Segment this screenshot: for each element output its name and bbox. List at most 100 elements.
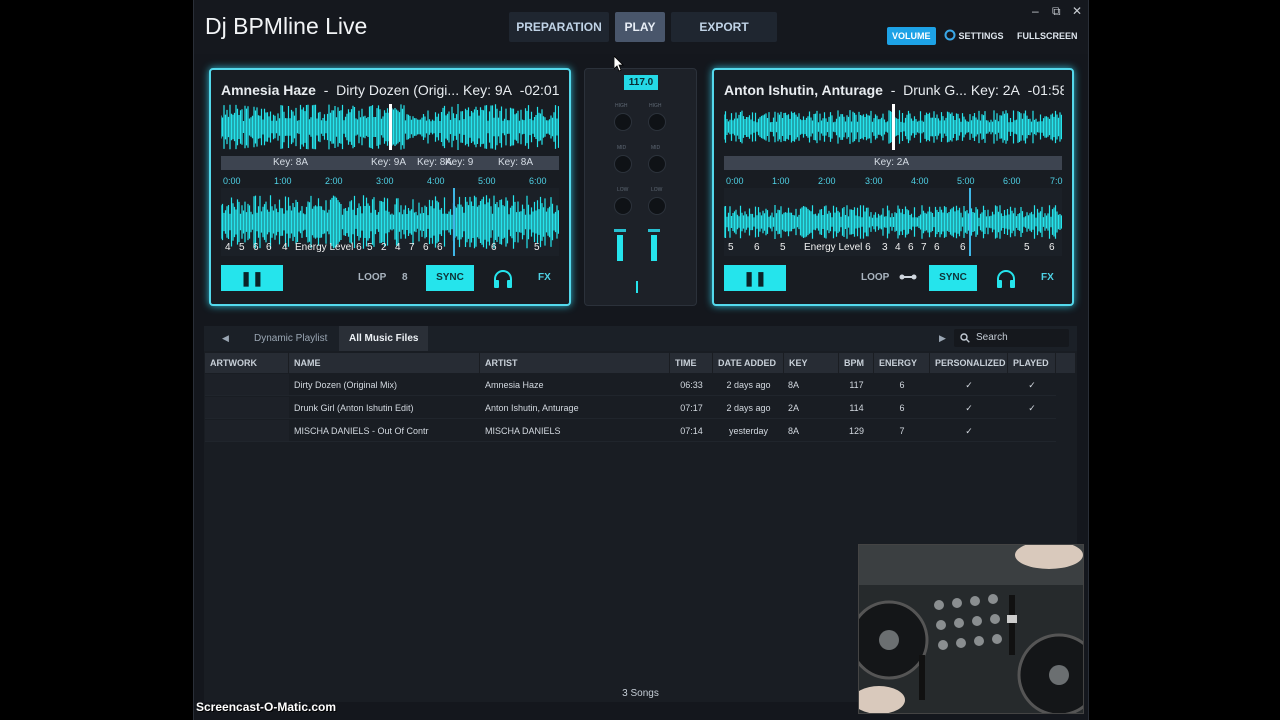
timeline-tick: 5:00 — [957, 176, 975, 186]
track-bpm: 114 — [849, 403, 864, 413]
timeline-tick: 1:00 — [772, 176, 790, 186]
column-header-time[interactable]: TIME — [670, 353, 713, 373]
fullscreen-button[interactable]: FULLSCREEN — [1012, 27, 1083, 45]
timeline-tick: 6:00 — [1003, 176, 1021, 186]
track-key: 8A — [788, 380, 800, 390]
deck-left-title: Amnesia Haze - Dirty Dozen (Origi... Key… — [221, 82, 561, 98]
channel-fader-right[interactable] — [651, 235, 657, 261]
track-key: 8A — [788, 426, 800, 436]
personalized-check-icon[interactable]: ✓ — [930, 420, 1008, 442]
table-row[interactable]: Drunk Girl (Anton Ishutin Edit) Anton Is… — [205, 397, 1056, 419]
channel-fader-left[interactable] — [617, 235, 623, 261]
column-header-date-added[interactable]: DATE ADDED — [713, 353, 784, 373]
column-header-energy[interactable]: ENERGY — [874, 353, 930, 373]
energy-value: 5 — [1024, 242, 1030, 253]
energy-value: 7 — [921, 242, 927, 253]
timeline-tick: 3:00 — [376, 176, 394, 186]
eq-mid-right-knob[interactable] — [648, 155, 666, 173]
deck-left-key: Key: 9A — [462, 82, 513, 98]
energy-value: 6 — [754, 242, 760, 253]
search-placeholder: Search — [976, 332, 1008, 343]
search-icon — [960, 333, 970, 343]
deck-left-loop-value[interactable]: 8 — [402, 272, 408, 283]
table-row[interactable]: Dirty Dozen (Original Mix) Amnesia Haze … — [205, 374, 1056, 396]
close-button[interactable]: ✕ — [1072, 4, 1082, 18]
timeline-tick: 4:00 — [427, 176, 445, 186]
deck-left-fx-button[interactable]: FX — [538, 272, 551, 283]
eq-high-right-knob[interactable] — [648, 113, 666, 131]
deck-left-play-pause-button[interactable]: ❚❚ — [221, 265, 283, 291]
played-check-icon[interactable] — [1008, 420, 1056, 442]
column-header-played[interactable]: PLAYED — [1008, 353, 1056, 373]
library-tab-bar: ◀ Dynamic Playlist All Music Files ▶ Sea… — [204, 326, 1077, 351]
tab-play[interactable]: PLAY — [615, 12, 665, 42]
crossfader[interactable] — [636, 281, 638, 293]
restore-button[interactable]: ⧉ — [1052, 4, 1061, 19]
energy-value: 6 — [960, 242, 966, 253]
column-header-bpm[interactable]: BPM — [839, 353, 874, 373]
deck-left-overview-waveform[interactable] — [221, 104, 559, 150]
column-header-artwork[interactable]: ARTWORK — [205, 353, 289, 373]
tabs-scroll-left-icon[interactable]: ◀ — [212, 326, 239, 351]
deck-left-loop-button[interactable]: LOOP — [358, 272, 386, 283]
track-date-added: yesterday — [728, 426, 769, 436]
loop-toggle-icon[interactable] — [899, 272, 917, 282]
column-header-artist[interactable]: ARTIST — [480, 353, 670, 373]
volume-button[interactable]: VOLUME — [887, 27, 936, 45]
headphones-icon[interactable] — [995, 269, 1017, 289]
deck-left-timeline: 0:00 1:00 2:00 3:00 4:00 5:00 6:00 — [221, 176, 559, 188]
headphones-icon[interactable] — [492, 269, 514, 289]
eq-low-left-knob[interactable] — [614, 197, 632, 215]
energy-value: 4 — [895, 242, 901, 253]
column-header-name[interactable]: NAME — [289, 353, 480, 373]
track-time: 07:14 — [680, 426, 703, 436]
eq-mid-left-knob[interactable] — [614, 155, 632, 173]
energy-value: 5 — [728, 242, 734, 253]
title-separator: - — [323, 82, 329, 98]
track-date-added: 2 days ago — [726, 380, 771, 390]
track-time: 07:17 — [680, 403, 703, 413]
timeline-tick: 2:00 — [325, 176, 343, 186]
tab-dynamic-playlist[interactable]: Dynamic Playlist — [244, 326, 337, 351]
eq-high-left-knob[interactable] — [614, 113, 632, 131]
deck-right-overview-waveform[interactable] — [724, 104, 1062, 150]
energy-value: 5 — [780, 242, 786, 253]
deck-right-fx-button[interactable]: FX — [1041, 272, 1054, 283]
column-header-personalized[interactable]: PERSONALIZED — [930, 353, 1008, 373]
personalized-check-icon[interactable]: ✓ — [930, 397, 1008, 419]
energy-value: 2 — [381, 242, 387, 253]
table-row[interactable]: MISCHA DANIELS - Out Of Contr MISCHA DAN… — [205, 420, 1056, 442]
deck-right-play-pause-button[interactable]: ❚❚ — [724, 265, 786, 291]
deck-left-track: Dirty Dozen (Origi... — [336, 82, 460, 98]
deck-left-sync-button[interactable]: SYNC — [426, 265, 474, 291]
minimize-button[interactable]: – — [1032, 4, 1039, 18]
energy-value: 4 — [395, 242, 401, 253]
artwork-cell — [205, 420, 289, 441]
search-input[interactable]: Search — [954, 329, 1069, 347]
deck-right-timeline: 0:00 1:00 2:00 3:00 4:00 5:00 6:00 7:0 — [724, 176, 1063, 188]
key-marker: Key: 8A — [498, 157, 534, 168]
energy-value: 6 — [1049, 242, 1055, 253]
deck-right-sync-button[interactable]: SYNC — [929, 265, 977, 291]
column-header-spacer — [1056, 353, 1076, 373]
knob-label: HIGH — [615, 103, 628, 109]
column-header-key[interactable]: KEY — [784, 353, 839, 373]
personalized-check-icon[interactable]: ✓ — [930, 374, 1008, 396]
energy-value: 6 — [253, 242, 259, 253]
deck-right-remaining: -01:58 — [1027, 82, 1064, 98]
tab-preparation[interactable]: PREPARATION — [509, 12, 609, 42]
knob-label: MID — [651, 145, 661, 151]
knob-label: LOW — [651, 187, 663, 193]
played-check-icon[interactable]: ✓ — [1008, 374, 1056, 396]
deck-right-loop-button[interactable]: LOOP — [861, 272, 889, 283]
settings-button[interactable]: SETTINGS — [940, 27, 1009, 45]
track-date-added: 2 days ago — [726, 403, 771, 413]
tab-all-music-files[interactable]: All Music Files — [339, 326, 429, 351]
tab-export[interactable]: EXPORT — [671, 12, 777, 42]
master-bpm[interactable]: 117.0 — [624, 75, 658, 90]
played-check-icon[interactable]: ✓ — [1008, 397, 1056, 419]
tabs-scroll-right-icon[interactable]: ▶ — [929, 326, 956, 351]
track-artist: Amnesia Haze — [485, 380, 544, 390]
eq-low-right-knob[interactable] — [648, 197, 666, 215]
deck-right-key: Key: 2A — [970, 82, 1020, 98]
